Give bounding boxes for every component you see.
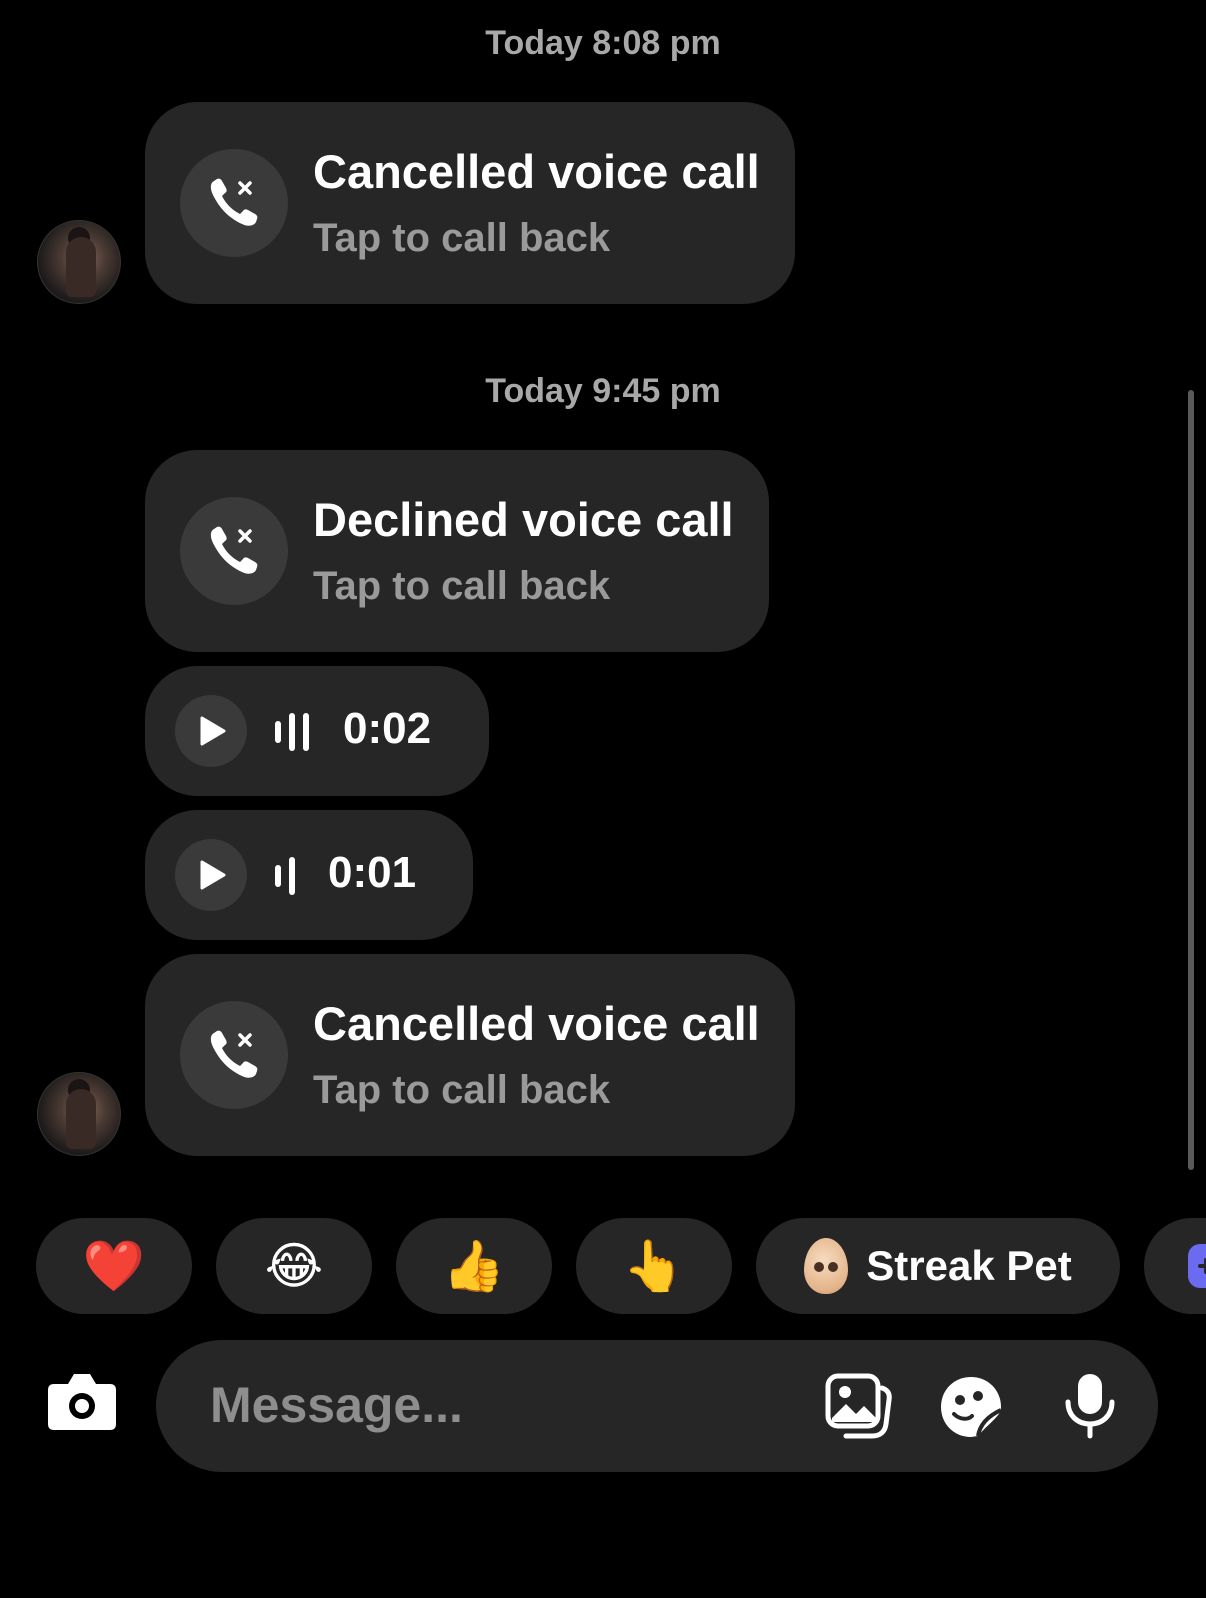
call-message[interactable]: Cancelled voice call Tap to call back (145, 954, 795, 1156)
voice-message[interactable]: 0:02 (145, 666, 489, 796)
missed-call-icon (180, 497, 288, 605)
timestamp: Today 8:08 pm (485, 24, 721, 62)
sticker-icon[interactable] (938, 1374, 1004, 1440)
camera-icon (48, 1374, 116, 1430)
play-button[interactable] (175, 839, 247, 911)
call-subtitle: Tap to call back (313, 1068, 611, 1112)
gallery-icon[interactable] (824, 1372, 894, 1440)
pointing-emoji: 👆 (622, 1237, 686, 1294)
message-input[interactable]: Message... (210, 1376, 463, 1434)
call-title: Cancelled voice call (313, 997, 760, 1050)
call-subtitle: Tap to call back (313, 216, 611, 260)
quick-reply-streak-pet[interactable]: Streak Pet (756, 1218, 1120, 1314)
timestamp: Today 9:45 pm (485, 372, 721, 410)
waveform-icon (275, 713, 309, 751)
missed-call-icon (180, 149, 288, 257)
quick-reply-thumbs-up[interactable]: 👍 (396, 1218, 552, 1314)
call-message[interactable]: Cancelled voice call Tap to call back (145, 102, 795, 304)
voice-duration: 0:02 (343, 704, 432, 753)
thumbs-up-emoji: 👍 (442, 1237, 506, 1294)
laughing-emoji: 😂 (264, 1238, 324, 1294)
game-controller-icon (1188, 1244, 1206, 1288)
missed-call-icon (180, 1001, 288, 1109)
scrollbar[interactable] (1188, 390, 1194, 1170)
quick-reply-laughing[interactable]: 😂 (216, 1218, 372, 1314)
voice-message[interactable]: 0:01 (145, 810, 473, 940)
camera-button[interactable] (46, 1370, 118, 1442)
voice-duration: 0:01 (328, 848, 417, 897)
play-icon (200, 860, 226, 890)
avatar[interactable] (37, 1072, 121, 1156)
call-title: Declined voice call (313, 493, 734, 546)
quick-reply-more[interactable] (1144, 1218, 1206, 1314)
call-subtitle: Tap to call back (313, 564, 611, 608)
streak-pet-label: Streak Pet (866, 1242, 1072, 1289)
avatar[interactable] (37, 220, 121, 304)
chat-screen: Today 8:08 pm Cancelled voice call Tap t… (0, 0, 1206, 1598)
egg-icon (804, 1238, 849, 1294)
quick-reply-pointing[interactable]: 👆 (576, 1218, 732, 1314)
call-title: Cancelled voice call (313, 145, 760, 198)
microphone-icon[interactable] (1062, 1370, 1118, 1442)
heart-emoji: ❤️ (82, 1237, 146, 1294)
play-button[interactable] (175, 695, 247, 767)
play-icon (200, 716, 226, 746)
call-message[interactable]: Declined voice call Tap to call back (145, 450, 769, 652)
waveform-icon (275, 857, 295, 895)
message-composer[interactable]: Message... (156, 1340, 1158, 1472)
quick-reply-heart[interactable]: ❤️ (36, 1218, 192, 1314)
